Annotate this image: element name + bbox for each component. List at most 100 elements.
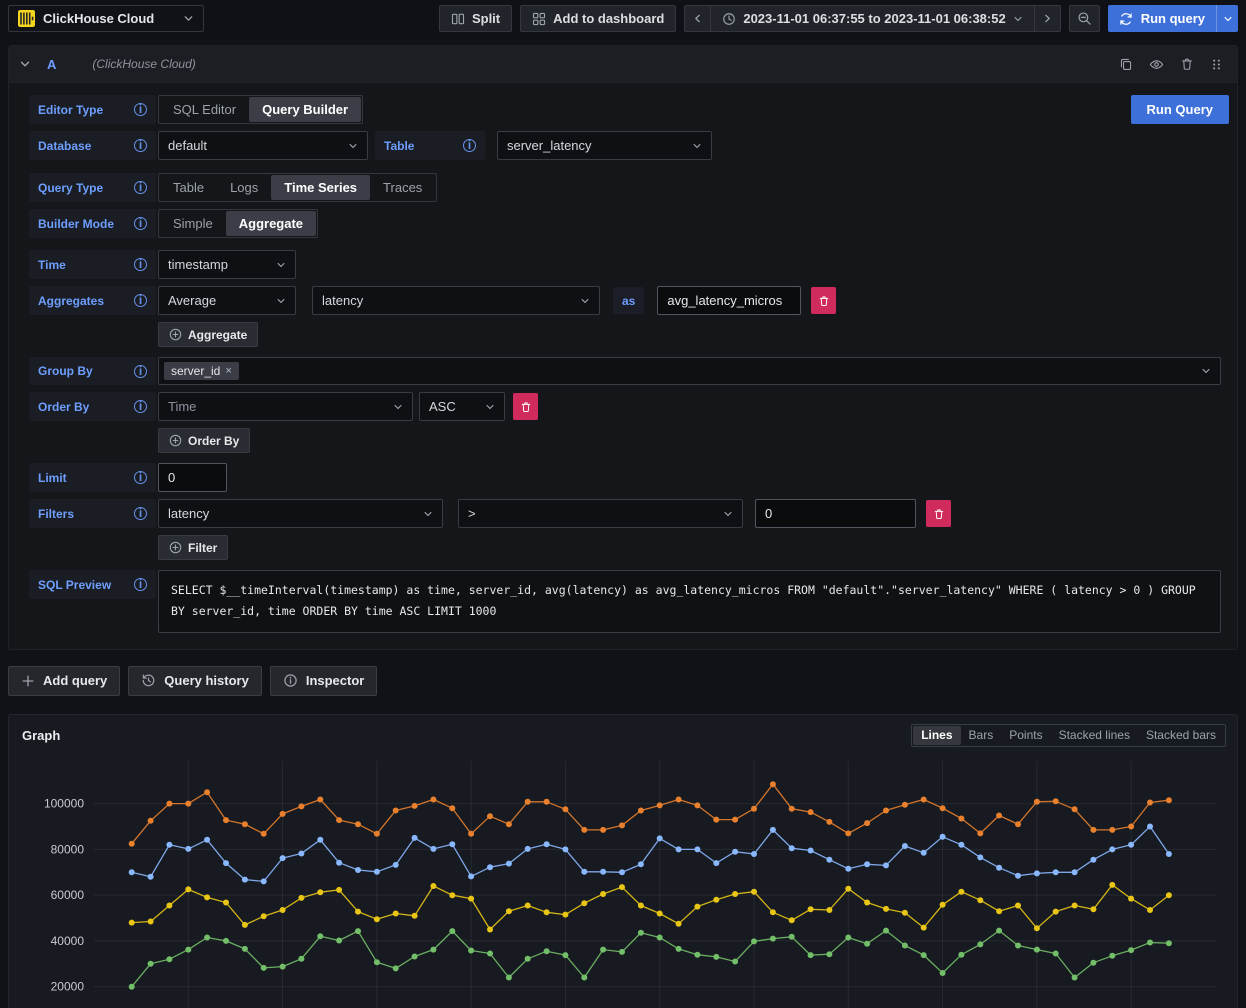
time-shift-back-button[interactable] (684, 5, 711, 32)
add-to-dashboard-button[interactable]: Add to dashboard (520, 5, 676, 32)
builder-mode-option-aggregate[interactable]: Aggregate (226, 211, 316, 236)
history-icon (141, 673, 156, 688)
group-by-row: Group By i server_id × (29, 357, 1229, 385)
graph-style-points[interactable]: Points (1001, 726, 1050, 745)
duplicate-query-icon[interactable] (1119, 57, 1133, 71)
split-button[interactable]: Split (439, 5, 512, 32)
run-query-inline-button[interactable]: Run Query (1131, 95, 1229, 124)
info-icon[interactable]: i (134, 294, 147, 307)
sql-preview-row: SQL Preview i SELECT $__timeInterval(tim… (29, 570, 1229, 633)
filter-operator-select[interactable]: > (458, 499, 743, 528)
filters-label: Filters i (29, 499, 156, 528)
order-by-row: Order By i Time ASC (29, 392, 1229, 421)
info-icon[interactable]: i (134, 181, 147, 194)
disable-query-eye-icon[interactable] (1149, 57, 1164, 72)
limit-label: Limit i (29, 463, 156, 492)
info-icon[interactable]: i (134, 365, 147, 378)
svg-text:20000: 20000 (51, 979, 85, 993)
info-icon[interactable]: i (134, 139, 147, 152)
info-icon[interactable]: i (134, 400, 147, 413)
chevron-down-icon (1013, 14, 1023, 24)
editor-type-option-query-builder[interactable]: Query Builder (249, 97, 361, 122)
filter-value-input[interactable] (755, 499, 916, 528)
info-icon[interactable]: i (134, 578, 147, 591)
remove-order-by-button[interactable] (513, 393, 538, 420)
time-column-select[interactable]: timestamp (158, 250, 296, 279)
time-series-chart[interactable]: 2000040000600008000010000006:38:0006:38:… (18, 753, 1224, 1008)
chevron-left-icon (692, 13, 703, 24)
graph-style-radio-group: Lines Bars Points Stacked lines Stacked … (911, 724, 1226, 747)
add-filter-button[interactable]: Filter (158, 535, 228, 560)
info-icon[interactable]: i (463, 139, 476, 152)
run-query-button[interactable]: Run query (1108, 5, 1216, 32)
svg-text:100000: 100000 (44, 796, 84, 810)
info-icon[interactable]: i (134, 103, 147, 116)
sql-preview-code: SELECT $__timeInterval(timestamp) as tim… (158, 570, 1221, 633)
query-type-option-traces[interactable]: Traces (370, 175, 435, 200)
zoom-out-button[interactable] (1069, 5, 1100, 32)
group-by-multiselect[interactable]: server_id × (158, 357, 1221, 385)
inspector-button[interactable]: Inspector (270, 666, 378, 696)
aggregate-function-select[interactable]: Average (158, 286, 296, 315)
query-row-header[interactable]: A (ClickHouse Cloud) (9, 46, 1237, 83)
order-direction-select[interactable]: ASC (419, 392, 505, 421)
time-shift-forward-button[interactable] (1035, 5, 1061, 32)
query-editor-panel: A (ClickHouse Cloud) Run Query Editor Ty… (8, 45, 1238, 650)
add-order-by-button[interactable]: Order By (158, 428, 250, 453)
info-icon[interactable]: i (134, 217, 147, 230)
info-icon[interactable]: i (134, 471, 147, 484)
filter-field-select[interactable]: latency (158, 499, 443, 528)
query-history-button[interactable]: Query history (128, 666, 262, 696)
graph-style-stacked-lines[interactable]: Stacked lines (1051, 726, 1138, 745)
svg-text:40000: 40000 (51, 933, 85, 947)
order-by-field-select[interactable]: Time (158, 392, 413, 421)
aggregate-alias-input[interactable] (657, 286, 801, 315)
chevron-down-icon (692, 141, 702, 151)
info-icon[interactable]: i (134, 507, 147, 520)
run-query-dropdown[interactable] (1216, 5, 1238, 32)
aggregate-column-select[interactable]: latency (312, 286, 600, 315)
remove-aggregate-button[interactable] (811, 287, 836, 314)
database-table-row: Database i default Table i server_latenc… (29, 131, 1229, 160)
query-type-option-logs[interactable]: Logs (217, 175, 271, 200)
remove-query-trash-icon[interactable] (1180, 57, 1194, 71)
info-icon[interactable]: i (134, 258, 147, 271)
limit-row: Limit i (29, 463, 1229, 492)
limit-input[interactable] (158, 463, 227, 492)
add-aggregate-button[interactable]: Aggregate (158, 322, 258, 347)
collapse-chevron-icon[interactable] (19, 58, 31, 70)
graph-style-bars[interactable]: Bars (961, 726, 1002, 745)
magnifier-minus-icon (1077, 11, 1092, 26)
editor-type-radio-group: SQL Editor Query Builder (158, 95, 363, 124)
plus-icon (21, 674, 35, 688)
remove-tag-icon[interactable]: × (225, 365, 231, 377)
graph-style-stacked-bars[interactable]: Stacked bars (1138, 726, 1224, 745)
graph-style-lines[interactable]: Lines (913, 726, 960, 745)
chevron-down-icon (423, 509, 433, 519)
query-ref-id: A (47, 57, 56, 72)
order-by-label: Order By i (29, 392, 156, 421)
query-type-option-table[interactable]: Table (160, 175, 217, 200)
svg-text:60000: 60000 (51, 888, 85, 902)
remove-filter-button[interactable] (926, 500, 951, 527)
query-builder-body: Run Query Editor Type i SQL Editor Query… (9, 83, 1237, 649)
builder-mode-option-simple[interactable]: Simple (160, 211, 226, 236)
query-type-option-time-series[interactable]: Time Series (271, 175, 370, 200)
table-label: Table i (375, 131, 485, 160)
builder-mode-row: Builder Mode i Simple Aggregate (29, 209, 1229, 238)
query-datasource-hint: (ClickHouse Cloud) (92, 57, 195, 71)
chevron-right-icon (1042, 13, 1053, 24)
editor-type-option-sql-editor[interactable]: SQL Editor (160, 97, 249, 122)
datasource-picker[interactable]: ClickHouse Cloud (8, 5, 204, 32)
chevron-down-icon (393, 402, 403, 412)
add-query-button[interactable]: Add query (8, 666, 120, 696)
time-range-button[interactable]: 2023-11-01 06:37:55 to 2023-11-01 06:38:… (711, 5, 1034, 32)
add-to-dashboard-label: Add to dashboard (553, 11, 664, 26)
editor-type-label: Editor Type i (29, 95, 156, 124)
sync-icon (1119, 12, 1133, 26)
chevron-down-icon (485, 402, 495, 412)
chevron-down-icon (1201, 366, 1211, 376)
table-select[interactable]: server_latency (497, 131, 712, 160)
database-select[interactable]: default (158, 131, 368, 160)
drag-handle-icon[interactable] (1210, 58, 1223, 71)
